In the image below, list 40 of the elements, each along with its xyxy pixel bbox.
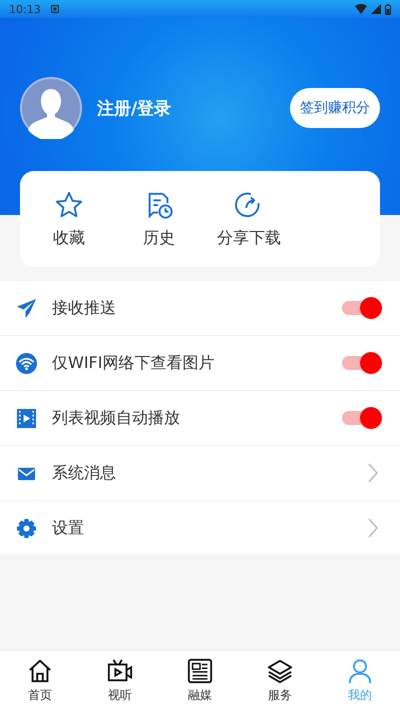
settings-label: 系统消息 [52, 462, 117, 484]
nav-tab[interactable]: 融媒 [160, 651, 240, 711]
settings-label: 接收推送 [52, 298, 117, 318]
settings-icon [16, 518, 37, 538]
settings-label: 列表视频自动播放 [52, 408, 181, 428]
nav-tab[interactable]: 首页 [0, 651, 80, 711]
status-time: 10:13 [9, 2, 41, 16]
battery-icon [385, 4, 391, 14]
login-link[interactable]: 注册/登录 [97, 96, 290, 120]
layers-icon [267, 658, 293, 684]
nav-tab[interactable]: 服务 [240, 651, 320, 711]
star-icon [54, 190, 84, 220]
nav-tab[interactable]: 视听 [80, 651, 160, 711]
user-icon [347, 658, 373, 684]
notification-icon [50, 5, 59, 13]
toggle-switch[interactable] [340, 352, 382, 374]
video-camera-icon [107, 658, 133, 684]
settings-row[interactable]: 列表视频自动播放 [0, 391, 400, 446]
checkin-button[interactable]: 签到赚积分 [290, 88, 380, 128]
toggle-switch[interactable] [340, 407, 382, 429]
chevron-right-icon [368, 518, 378, 538]
shortcut-item[interactable]: 历史 [120, 190, 198, 248]
settings-label: 仅WIFI网络下查看图片 [52, 352, 216, 374]
shortcut-item[interactable]: 收藏 [30, 190, 108, 248]
cell-signal-icon [371, 4, 381, 14]
wifi-icon [16, 352, 37, 374]
settings-label: 设置 [52, 518, 85, 538]
paper-plane-icon [16, 298, 37, 318]
settings-row[interactable]: 系统消息 [0, 446, 400, 501]
chevron-right-icon [368, 463, 378, 483]
shortcut-item[interactable]: 分享下载 [210, 190, 288, 248]
toggle-switch[interactable] [340, 297, 382, 319]
newspaper-icon [187, 658, 213, 684]
avatar-icon[interactable] [20, 77, 82, 139]
wifi-signal-icon [355, 4, 367, 14]
video-icon [16, 408, 37, 428]
home-icon [27, 658, 53, 684]
settings-row[interactable]: 仅WIFI网络下查看图片 [0, 336, 400, 391]
settings-row[interactable]: 接收推送 [0, 281, 400, 336]
settings-row[interactable]: 设置 [0, 501, 400, 556]
